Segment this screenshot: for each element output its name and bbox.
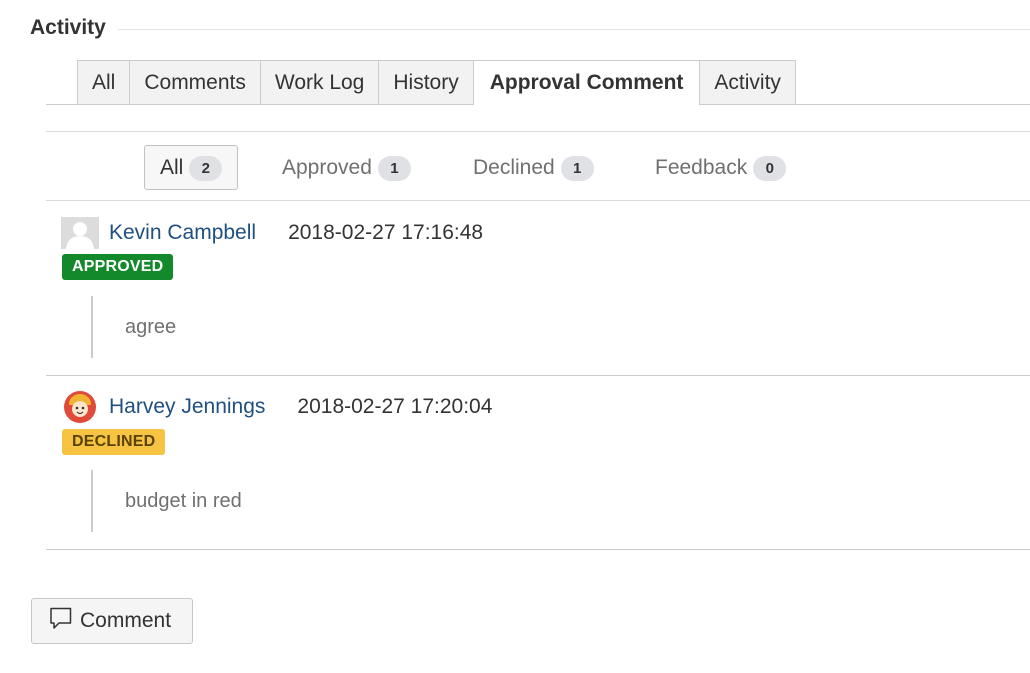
quote-bar xyxy=(91,470,93,532)
comment-body: agree xyxy=(125,316,177,338)
filter-count-badge: 2 xyxy=(189,156,223,181)
comment-body: budget in red xyxy=(125,490,242,512)
activity-tabs: All Comments Work Log History Approval C… xyxy=(77,60,796,105)
status-badge-approved: APPROVED xyxy=(62,254,174,280)
filter-feedback[interactable]: Feedback 0 xyxy=(655,145,787,190)
activity-section-header: Activity xyxy=(30,14,1030,44)
tab-approval-comment[interactable]: Approval Comment xyxy=(472,60,700,105)
tab-comments[interactable]: Comments xyxy=(129,60,260,104)
approval-entry-header: Harvey Jennings 2018-02-27 17:20:04 xyxy=(61,390,492,424)
filter-all[interactable]: All 2 xyxy=(144,145,239,190)
section-title: Activity xyxy=(30,16,106,39)
speech-bubble-icon xyxy=(49,606,80,636)
filter-top-divider xyxy=(46,131,1030,132)
filter-label: Approved xyxy=(282,155,372,179)
entry-divider xyxy=(46,375,1030,376)
comment-timestamp: 2018-02-27 17:16:48 xyxy=(288,221,484,244)
comment-timestamp: 2018-02-27 17:20:04 xyxy=(297,395,493,418)
filter-bottom-divider xyxy=(46,200,1030,201)
approval-entry-header: Kevin Campbell 2018-02-27 17:16:48 xyxy=(61,216,483,250)
comment-button-label: Comment xyxy=(80,609,172,632)
filter-label: Feedback xyxy=(655,155,748,179)
filter-declined[interactable]: Declined 1 xyxy=(473,145,594,190)
filter-approved[interactable]: Approved 1 xyxy=(282,145,411,190)
filter-label: All xyxy=(160,155,184,179)
author-link[interactable]: Harvey Jennings xyxy=(109,395,265,419)
entry-divider xyxy=(46,549,1030,550)
default-user-avatar-icon[interactable] xyxy=(61,217,99,249)
tab-work-log[interactable]: Work Log xyxy=(259,60,379,104)
tab-history[interactable]: History xyxy=(378,60,473,104)
filter-count-badge: 1 xyxy=(560,156,594,181)
author-link[interactable]: Kevin Campbell xyxy=(109,221,256,245)
filter-count-badge: 1 xyxy=(377,156,411,181)
comment-button[interactable]: Comment xyxy=(31,598,193,644)
section-divider xyxy=(118,29,1030,30)
tab-all[interactable]: All xyxy=(77,60,130,104)
filter-count-badge: 0 xyxy=(753,156,787,181)
tab-activity[interactable]: Activity xyxy=(699,60,796,104)
status-badge-declined: DECLINED xyxy=(62,429,166,455)
cartoon-user-avatar-icon[interactable] xyxy=(61,391,99,423)
filter-label: Declined xyxy=(473,155,555,179)
quote-bar xyxy=(91,296,93,358)
